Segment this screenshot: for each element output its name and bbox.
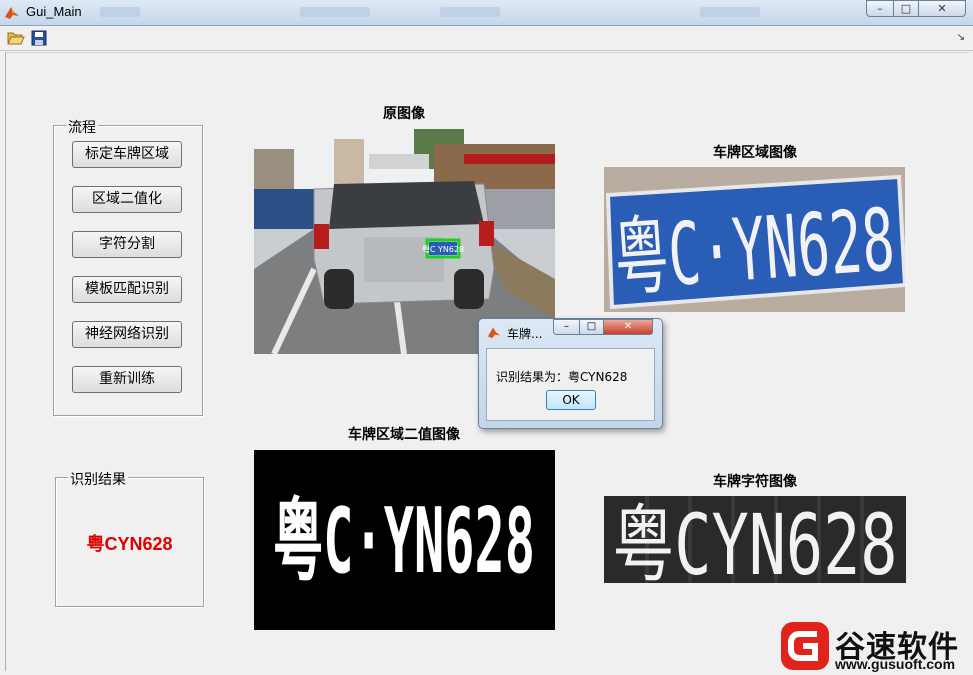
chars-image: 粤CYN628 <box>604 496 906 583</box>
gusu-logo-icon <box>781 622 829 670</box>
plate-region-image: 粤C·YN628 <box>604 167 905 312</box>
plate-image-label: 车牌区域图像 <box>713 145 797 161</box>
binary-image: 粤C·YN628 <box>254 450 555 630</box>
folder-open-icon[interactable] <box>7 30 25 46</box>
result-panel-title: 识别结果 <box>68 469 128 489</box>
dialog-title: 车牌... <box>507 327 543 341</box>
title-bar[interactable]: Gui_Main – □ ✕ <box>0 0 973 26</box>
plate-photo: 粤C·YN628 <box>604 167 905 312</box>
result-value: 粤CYN628 <box>86 534 173 554</box>
binary-plate-text: 粤C·YN628 <box>273 489 535 594</box>
minimize-button[interactable]: – <box>866 0 894 17</box>
original-image-label: 原图像 <box>383 106 425 122</box>
matlab-icon <box>5 7 19 19</box>
matlab-icon <box>487 327 501 339</box>
binarize-button[interactable]: 区域二值化 <box>72 186 182 213</box>
dock-arrow-icon[interactable]: ↘ <box>957 32 965 43</box>
chars-photo: 粤CYN628 <box>604 496 906 583</box>
background-ghost <box>100 7 140 17</box>
watermark-url: www.gusuoft.com <box>835 656 956 672</box>
watermark: 谷速软件 www.gusuoft.com <box>775 618 973 675</box>
chars-text: 粤CYN628 <box>613 496 898 583</box>
background-ghost <box>300 7 370 17</box>
template-match-button[interactable]: 模板匹配识别 <box>72 276 182 303</box>
small-plate-text: 粤C YN628 <box>422 244 464 254</box>
window-title: Gui_Main <box>26 4 82 19</box>
result-panel: 识别结果 粤CYN628 <box>55 469 204 607</box>
result-dialog[interactable]: 车牌... – □ ✕ 识别结果为：粤CYN628 OK <box>478 318 663 429</box>
neural-net-button[interactable]: 神经网络识别 <box>72 321 182 348</box>
dialog-message: 识别结果为：粤CYN628 <box>496 370 628 384</box>
chars-image-label: 车牌字符图像 <box>713 474 797 490</box>
retrain-button[interactable]: 重新训练 <box>72 366 182 393</box>
ok-button[interactable]: OK <box>546 390 596 410</box>
background-ghost <box>700 7 760 17</box>
maximize-button[interactable]: □ <box>893 0 919 17</box>
dialog-close-button[interactable]: ✕ <box>603 319 653 335</box>
background-ghost <box>440 7 500 17</box>
plate-region-text: 粤C·YN628 <box>611 190 897 309</box>
save-icon[interactable] <box>31 30 49 46</box>
binary-photo: 粤C·YN628 <box>254 450 555 630</box>
dialog-body: 识别结果为：粤CYN628 OK <box>486 348 655 421</box>
flow-panel: 流程 标定车牌区域 区域二值化 字符分割 模板匹配识别 神经网络识别 重新训练 <box>53 117 203 416</box>
dialog-maximize-button[interactable]: □ <box>579 319 604 335</box>
flow-panel-title: 流程 <box>66 117 98 137</box>
binary-image-label: 车牌区域二值图像 <box>348 427 460 443</box>
locate-plate-button[interactable]: 标定车牌区域 <box>72 141 182 168</box>
close-button[interactable]: ✕ <box>918 0 966 17</box>
dialog-minimize-button[interactable]: – <box>553 319 580 335</box>
toolbar: ↘ <box>0 26 973 51</box>
segment-chars-button[interactable]: 字符分割 <box>72 231 182 258</box>
